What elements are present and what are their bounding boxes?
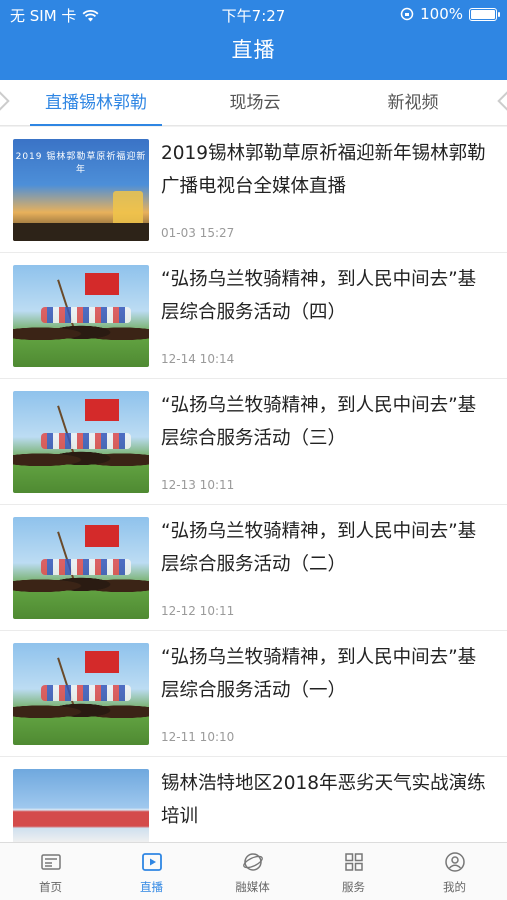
globe-icon bbox=[243, 853, 263, 871]
category-tabs: 直播锡林郭勒 现场云 新视频 bbox=[0, 80, 507, 126]
tab-new-video[interactable]: 新视频 bbox=[341, 80, 485, 126]
item-title: “弘扬乌兰牧骑精神，到人民中间去”基层综合服务活动（三） bbox=[161, 395, 477, 449]
item-date: 12-14 10:14 bbox=[161, 352, 235, 366]
item-date: 01-03 15:27 bbox=[161, 226, 235, 240]
tab-mine-label: 我的 bbox=[443, 880, 466, 894]
thumbnail-ornament bbox=[113, 191, 143, 227]
red-flag bbox=[85, 399, 119, 421]
status-bar: 无 SIM 卡 下午7:27 100% bbox=[0, 0, 507, 28]
battery-icon bbox=[469, 7, 500, 21]
red-flag bbox=[85, 651, 119, 673]
bottom-tab-bar: 首页 直播 融媒体 服务 我的 bbox=[0, 842, 507, 900]
tab-scene-cloud[interactable]: 现场云 bbox=[183, 80, 327, 126]
thumbnail-image bbox=[13, 265, 149, 367]
live-list: 2019 锡林郭勒草原祈福迎新年 2019锡林郭勒草原祈福迎新年锡林郭勒广播电视… bbox=[0, 127, 507, 842]
list-item[interactable]: “弘扬乌兰牧骑精神，到人民中间去”基层综合服务活动（一） 12-11 10:10 bbox=[0, 631, 507, 757]
item-title: “弘扬乌兰牧骑精神，到人民中间去”基层综合服务活动（四） bbox=[161, 269, 477, 323]
horses bbox=[13, 317, 149, 345]
thumbnail-image bbox=[13, 769, 149, 842]
list-item[interactable]: 锡林浩特地区2018年恶劣天气实战演练培训 bbox=[0, 757, 507, 842]
tab-home-label: 首页 bbox=[39, 880, 62, 894]
left-ornament-icon bbox=[0, 88, 10, 114]
item-date: 12-11 10:10 bbox=[161, 730, 235, 744]
horses bbox=[13, 569, 149, 597]
list-item[interactable]: “弘扬乌兰牧骑精神，到人民中间去”基层综合服务活动（三） 12-13 10:11 bbox=[0, 379, 507, 505]
horses bbox=[13, 695, 149, 723]
thumbnail-image bbox=[13, 643, 149, 745]
tab-service[interactable]: 服务 bbox=[303, 843, 404, 900]
item-date: 12-12 10:11 bbox=[161, 604, 235, 618]
user-icon bbox=[445, 852, 465, 872]
grid-icon bbox=[345, 853, 363, 871]
thumbnail-image: 2019 锡林郭勒草原祈福迎新年 bbox=[13, 139, 149, 241]
tab-live-xilingol[interactable]: 直播锡林郭勒 bbox=[24, 80, 168, 126]
thumbnail-skyline bbox=[13, 223, 149, 241]
thumbnail-image bbox=[13, 391, 149, 493]
play-icon bbox=[142, 853, 162, 871]
thumbnail-banner bbox=[19, 807, 143, 821]
tab-mine[interactable]: 我的 bbox=[404, 843, 505, 900]
list-item[interactable]: “弘扬乌兰牧骑精神，到人民中间去”基层综合服务活动（二） 12-12 10:11 bbox=[0, 505, 507, 631]
red-flag bbox=[85, 273, 119, 295]
item-title: “弘扬乌兰牧骑精神，到人民中间去”基层综合服务活动（一） bbox=[161, 647, 477, 701]
thumbnail-banner: 2019 锡林郭勒草原祈福迎新年 bbox=[15, 152, 147, 175]
tab-home[interactable]: 首页 bbox=[0, 843, 101, 900]
tab-live-label: 直播 bbox=[140, 880, 163, 894]
tab-live[interactable]: 直播 bbox=[101, 843, 202, 900]
right-ornament-icon bbox=[497, 88, 507, 114]
tab-media[interactable]: 融媒体 bbox=[202, 843, 303, 900]
tab-media-label: 融媒体 bbox=[235, 880, 270, 894]
item-title: “弘扬乌兰牧骑精神，到人民中间去”基层综合服务活动（二） bbox=[161, 521, 477, 575]
tab-service-label: 服务 bbox=[342, 880, 365, 894]
list-item[interactable]: 2019 锡林郭勒草原祈福迎新年 2019锡林郭勒草原祈福迎新年锡林郭勒广播电视… bbox=[0, 127, 507, 253]
thumbnail-image bbox=[13, 517, 149, 619]
app-header: 无 SIM 卡 下午7:27 100% 直播 bbox=[0, 0, 507, 80]
red-flag bbox=[85, 525, 119, 547]
item-date: 12-13 10:11 bbox=[161, 478, 235, 492]
list-item[interactable]: “弘扬乌兰牧骑精神，到人民中间去”基层综合服务活动（四） 12-14 10:14 bbox=[0, 253, 507, 379]
item-title: 锡林浩特地区2018年恶劣天气实战演练培训 bbox=[161, 773, 486, 827]
battery-text: 100% bbox=[420, 5, 463, 23]
item-title: 2019锡林郭勒草原祈福迎新年锡林郭勒广播电视台全媒体直播 bbox=[161, 143, 486, 197]
page-title: 直播 bbox=[231, 38, 276, 62]
home-icon bbox=[41, 854, 61, 870]
status-right: 100% bbox=[400, 5, 500, 23]
orientation-lock-icon bbox=[400, 7, 414, 21]
horses bbox=[13, 443, 149, 471]
